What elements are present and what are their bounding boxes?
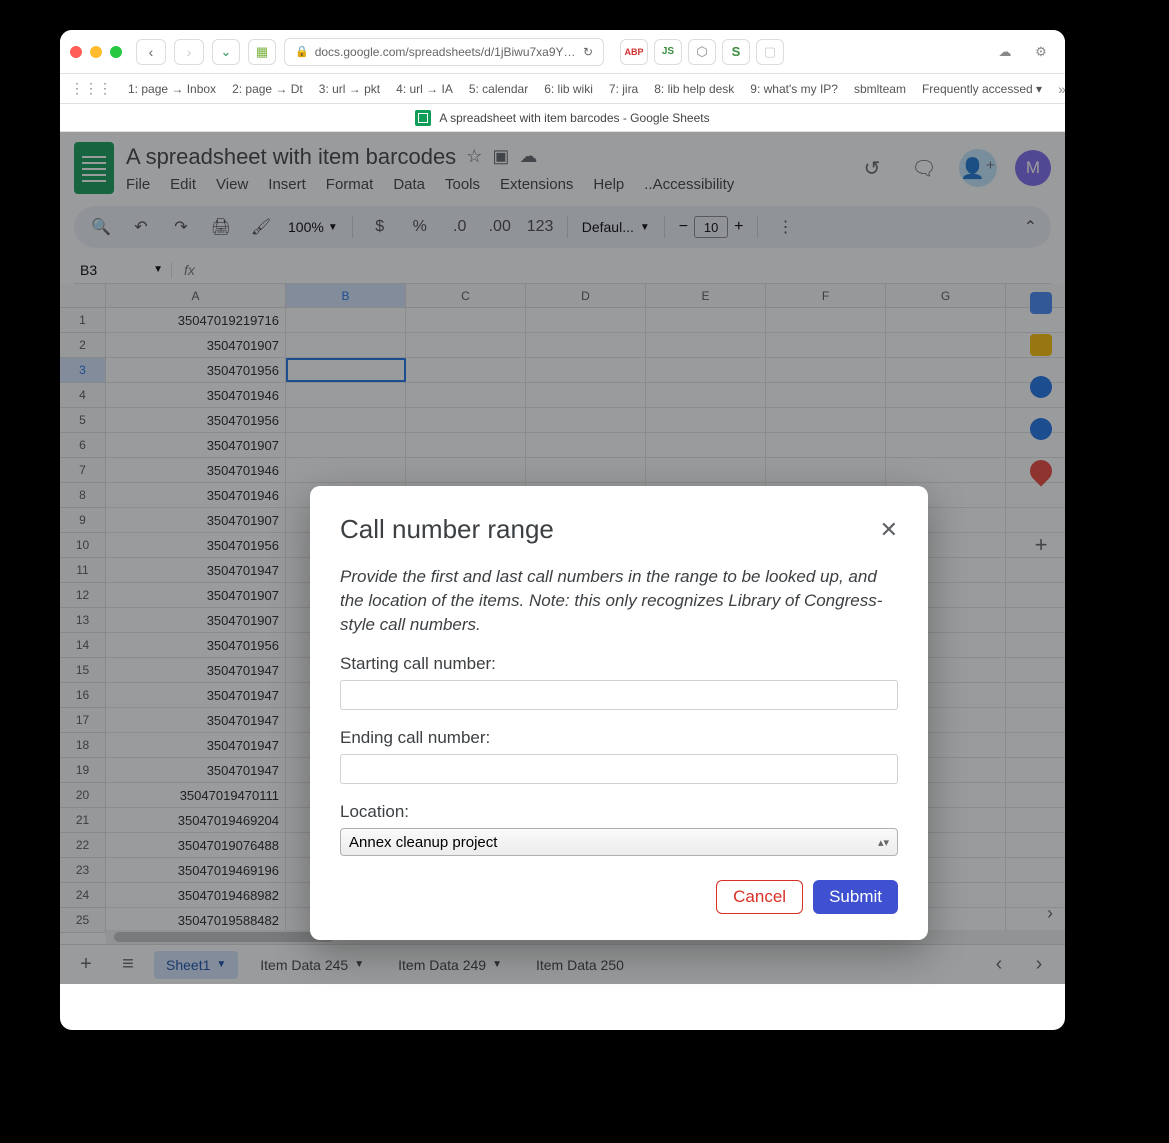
dialog-title: Call number range	[340, 514, 554, 545]
dialog-description: Provide the first and last call numbers …	[340, 565, 898, 636]
minimize-window-icon[interactable]	[90, 46, 102, 58]
starting-call-number-input[interactable]	[340, 680, 898, 710]
bookmark-item[interactable]: 4: url → IA	[396, 82, 453, 96]
browser-toolbar: ‹ › ⌄ ▦ 🔒 docs.google.com/spreadsheets/d…	[60, 30, 1065, 74]
tab-title: A spreadsheet with item barcodes - Googl…	[439, 111, 709, 125]
ending-call-number-input[interactable]	[340, 754, 898, 784]
select-arrows-icon: ▴▾	[878, 836, 889, 849]
bookmark-item[interactable]: sbmlteam	[854, 82, 906, 96]
bookmark-item[interactable]: Frequently accessed ▾	[922, 82, 1042, 96]
bookmark-item[interactable]: 3: url → pkt	[319, 82, 380, 96]
bookmark-item[interactable]: 6: lib wiki	[544, 82, 593, 96]
s-ext-icon[interactable]: S	[722, 39, 750, 65]
bookmark-item[interactable]: 1: page → Inbox	[128, 82, 216, 96]
bookmark-item[interactable]: 8: lib help desk	[654, 82, 734, 96]
call-number-range-dialog: Call number range ✕ Provide the first an…	[310, 486, 928, 940]
bookmarks-overflow-icon[interactable]: »	[1058, 81, 1065, 97]
back-button[interactable]: ‹	[136, 39, 166, 65]
bookmark-item[interactable]: 5: calendar	[469, 82, 528, 96]
js-icon[interactable]: JS	[654, 39, 682, 65]
starting-call-number-label: Starting call number:	[340, 654, 898, 674]
maximize-window-icon[interactable]	[110, 46, 122, 58]
cloud-icon[interactable]: ☁	[991, 39, 1019, 65]
sheets-favicon-icon	[415, 110, 431, 126]
shield-icon[interactable]: ⬡	[688, 39, 716, 65]
extension-icon[interactable]: ▦	[248, 39, 276, 65]
gear-icon[interactable]: ⚙	[1027, 39, 1055, 65]
url-bar[interactable]: 🔒 docs.google.com/spreadsheets/d/1jBiwu7…	[284, 38, 604, 66]
bookmark-item[interactable]: 2: page → Dt	[232, 82, 303, 96]
bookmarks-bar: ⋮⋮⋮ 1: page → Inbox 2: page → Dt 3: url …	[60, 74, 1065, 104]
ext-icon[interactable]: ▢	[756, 39, 784, 65]
bookmark-item[interactable]: 9: what's my IP?	[750, 82, 838, 96]
url-text: docs.google.com/spreadsheets/d/1jBiwu7xa…	[315, 45, 577, 59]
close-icon[interactable]: ✕	[880, 517, 898, 543]
bookmark-item[interactable]: 7: jira	[609, 82, 638, 96]
cancel-button[interactable]: Cancel	[716, 880, 803, 914]
reload-icon[interactable]: ↻	[583, 45, 593, 59]
submit-button[interactable]: Submit	[813, 880, 898, 914]
abp-icon[interactable]: ABP	[620, 39, 648, 65]
tab-title-bar: A spreadsheet with item barcodes - Googl…	[60, 104, 1065, 132]
pocket-icon[interactable]: ⌄	[212, 39, 240, 65]
location-label: Location:	[340, 802, 898, 822]
close-window-icon[interactable]	[70, 46, 82, 58]
ending-call-number-label: Ending call number:	[340, 728, 898, 748]
forward-button: ›	[174, 39, 204, 65]
browser-window: ‹ › ⌄ ▦ 🔒 docs.google.com/spreadsheets/d…	[60, 30, 1065, 1030]
lock-icon: 🔒	[295, 45, 309, 58]
apps-grid-icon[interactable]: ⋮⋮⋮	[70, 80, 112, 97]
location-select[interactable]: Annex cleanup project ▴▾	[340, 828, 898, 856]
traffic-lights	[70, 46, 122, 58]
